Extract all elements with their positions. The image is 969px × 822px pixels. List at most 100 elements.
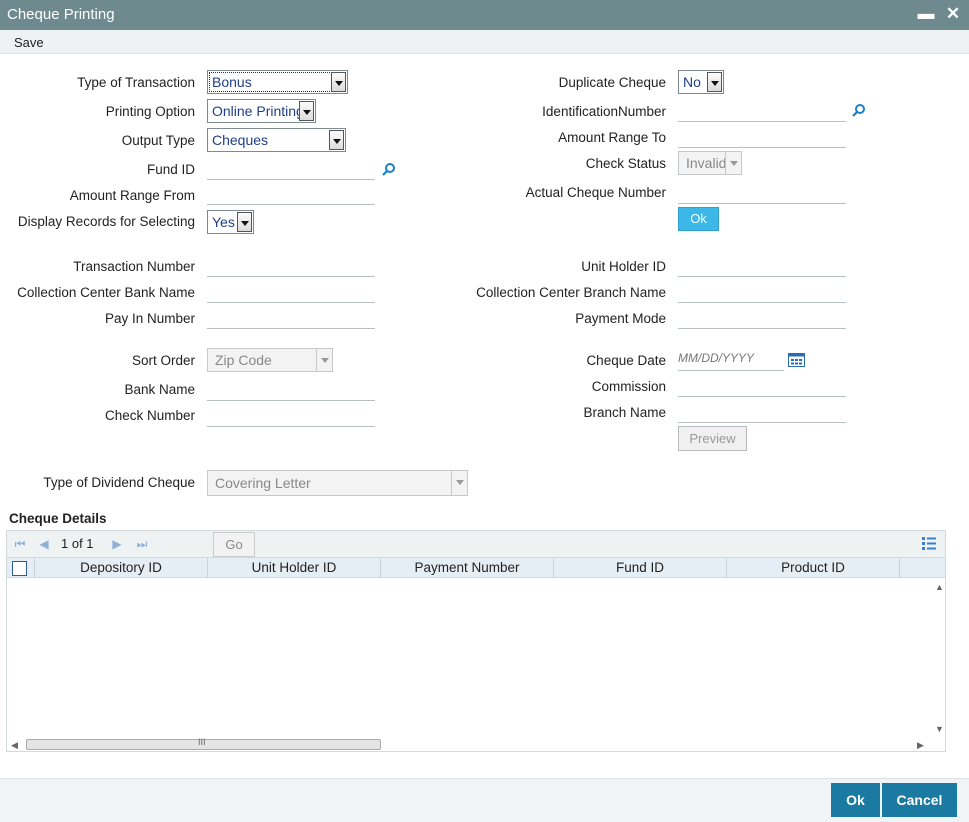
next-page-icon[interactable]: ▶ — [110, 537, 124, 551]
chevron-down-icon[interactable] — [329, 130, 344, 150]
pay-in-number-input[interactable] — [207, 305, 375, 327]
search-icon[interactable] — [852, 103, 866, 117]
column-settings-icon[interactable] — [922, 537, 936, 550]
scroll-down-icon[interactable]: ▼ — [935, 724, 944, 734]
horizontal-scroll-thumb[interactable]: III — [26, 737, 381, 750]
horizontal-scrollbar[interactable]: ◀ III ▶ — [7, 737, 931, 751]
output-type-label: Output Type — [121, 133, 195, 148]
vertical-scrollbar[interactable]: ▲ ▼ — [931, 578, 945, 738]
payment-mode-input[interactable] — [678, 305, 846, 327]
close-icon[interactable]: ✕ — [942, 3, 964, 25]
check-number-field[interactable] — [207, 403, 375, 427]
fund-id-input[interactable] — [207, 156, 375, 178]
commission-input[interactable] — [678, 373, 846, 395]
column-header-product-id[interactable]: Product ID — [727, 558, 900, 578]
previous-page-icon[interactable]: ◀ — [37, 537, 51, 551]
last-page-icon[interactable]: ⏭ — [135, 537, 149, 551]
transaction-number-label: Transaction Number — [73, 259, 195, 274]
identification-number-input[interactable] — [678, 98, 846, 120]
branch-name-label: Branch Name — [583, 405, 666, 420]
check-number-input[interactable] — [207, 403, 375, 425]
bank-name-input[interactable] — [207, 377, 375, 399]
type-of-dividend-cheque-select[interactable]: Covering Letter — [207, 470, 468, 496]
payment-mode-label: Payment Mode — [575, 311, 666, 326]
identification-number-label: IdentificationNumber — [542, 104, 666, 119]
collection-center-bank-name-input[interactable] — [207, 279, 375, 301]
bank-name-field[interactable] — [207, 377, 375, 401]
sort-order-select[interactable]: Zip Code — [207, 348, 333, 372]
unit-holder-id-input[interactable] — [678, 253, 846, 275]
pay-in-number-field[interactable] — [207, 305, 375, 329]
preview-button[interactable]: Preview — [678, 426, 747, 451]
save-menu-item[interactable]: Save — [14, 35, 44, 50]
type-of-transaction-select[interactable]: Bonus — [207, 70, 348, 94]
chevron-down-icon[interactable] — [299, 101, 314, 121]
display-records-select[interactable]: Yes — [207, 210, 254, 234]
menu-bar: Save — [0, 30, 969, 54]
ok-button[interactable]: Ok — [678, 207, 719, 231]
collection-center-branch-name-input[interactable] — [678, 279, 846, 301]
search-icon[interactable] — [382, 162, 396, 176]
chevron-down-icon[interactable] — [725, 152, 741, 174]
sort-order-value: Zip Code — [215, 352, 272, 368]
first-page-icon[interactable]: ⏮ — [13, 537, 27, 551]
scroll-up-icon[interactable]: ▲ — [935, 582, 944, 592]
scroll-grip: III — [198, 737, 206, 747]
amount-range-from-field[interactable] — [207, 181, 375, 205]
chevron-down-icon[interactable] — [451, 471, 467, 495]
cheque-date-input[interactable] — [678, 347, 784, 369]
amount-range-from-label: Amount Range From — [69, 188, 195, 203]
collection-center-bank-name-label: Collection Center Bank Name — [17, 285, 195, 300]
column-header-fund-id[interactable]: Fund ID — [554, 558, 727, 578]
amount-range-to-input[interactable] — [678, 124, 846, 146]
printing-option-label: Printing Option — [105, 104, 195, 119]
check-number-label: Check Number — [104, 408, 195, 423]
display-records-value: Yes — [212, 214, 235, 230]
window-title: Cheque Printing — [7, 6, 115, 23]
calendar-icon[interactable] — [788, 352, 805, 367]
cheque-date-field[interactable] — [678, 347, 784, 371]
transaction-number-field[interactable] — [207, 253, 375, 277]
pay-in-number-label: Pay In Number — [104, 311, 195, 326]
printing-option-value: Online Printing — [212, 103, 304, 119]
amount-range-to-field[interactable] — [678, 124, 846, 148]
cheque-details-grid: ⏮ ◀ 1 of 1 ▶ ⏭ Go Depository ID Unit Hol… — [6, 530, 946, 752]
chevron-down-icon[interactable] — [331, 72, 346, 92]
chevron-down-icon[interactable] — [316, 349, 332, 371]
scroll-left-icon[interactable]: ◀ — [11, 740, 18, 751]
transaction-number-input[interactable] — [207, 253, 375, 275]
output-type-select[interactable]: Cheques — [207, 128, 346, 152]
actual-cheque-number-field[interactable] — [678, 180, 846, 204]
footer-ok-button[interactable]: Ok — [831, 783, 880, 817]
chevron-down-icon[interactable] — [707, 72, 722, 92]
payment-mode-field[interactable] — [678, 305, 846, 329]
column-header-payment-number[interactable]: Payment Number — [381, 558, 554, 578]
chevron-down-icon[interactable] — [237, 212, 252, 232]
actual-cheque-number-input[interactable] — [678, 180, 846, 202]
check-status-select[interactable]: Invalid — [678, 151, 742, 175]
minimize-icon[interactable]: ▬ — [915, 3, 937, 25]
output-type-value: Cheques — [212, 132, 269, 148]
column-header-unit-holder-id[interactable]: Unit Holder ID — [208, 558, 381, 578]
window-titlebar: Cheque Printing ▬ ✕ — [0, 0, 969, 30]
unit-holder-id-field[interactable] — [678, 253, 846, 277]
printing-option-select[interactable]: Online Printing — [207, 99, 316, 123]
fund-id-field[interactable] — [207, 156, 375, 180]
commission-field[interactable] — [678, 373, 846, 397]
amount-range-from-input[interactable] — [207, 181, 375, 203]
footer-cancel-button[interactable]: Cancel — [882, 783, 957, 817]
grid-header-row: Depository ID Unit Holder ID Payment Num… — [7, 557, 945, 578]
go-button[interactable]: Go — [213, 532, 255, 557]
collection-center-branch-name-field[interactable] — [678, 279, 846, 303]
cheque-date-label: Cheque Date — [586, 353, 666, 368]
column-header-depository-id[interactable]: Depository ID — [35, 558, 208, 578]
fund-id-label: Fund ID — [146, 162, 195, 177]
branch-name-field[interactable] — [678, 399, 846, 423]
collection-center-branch-name-label: Collection Center Branch Name — [476, 285, 666, 300]
collection-center-bank-name-field[interactable] — [207, 279, 375, 303]
branch-name-input[interactable] — [678, 399, 846, 421]
scroll-right-icon[interactable]: ▶ — [917, 740, 924, 751]
identification-number-field[interactable] — [678, 98, 846, 122]
checkbox-column-header — [7, 558, 35, 578]
duplicate-cheque-select[interactable]: No — [678, 70, 724, 94]
